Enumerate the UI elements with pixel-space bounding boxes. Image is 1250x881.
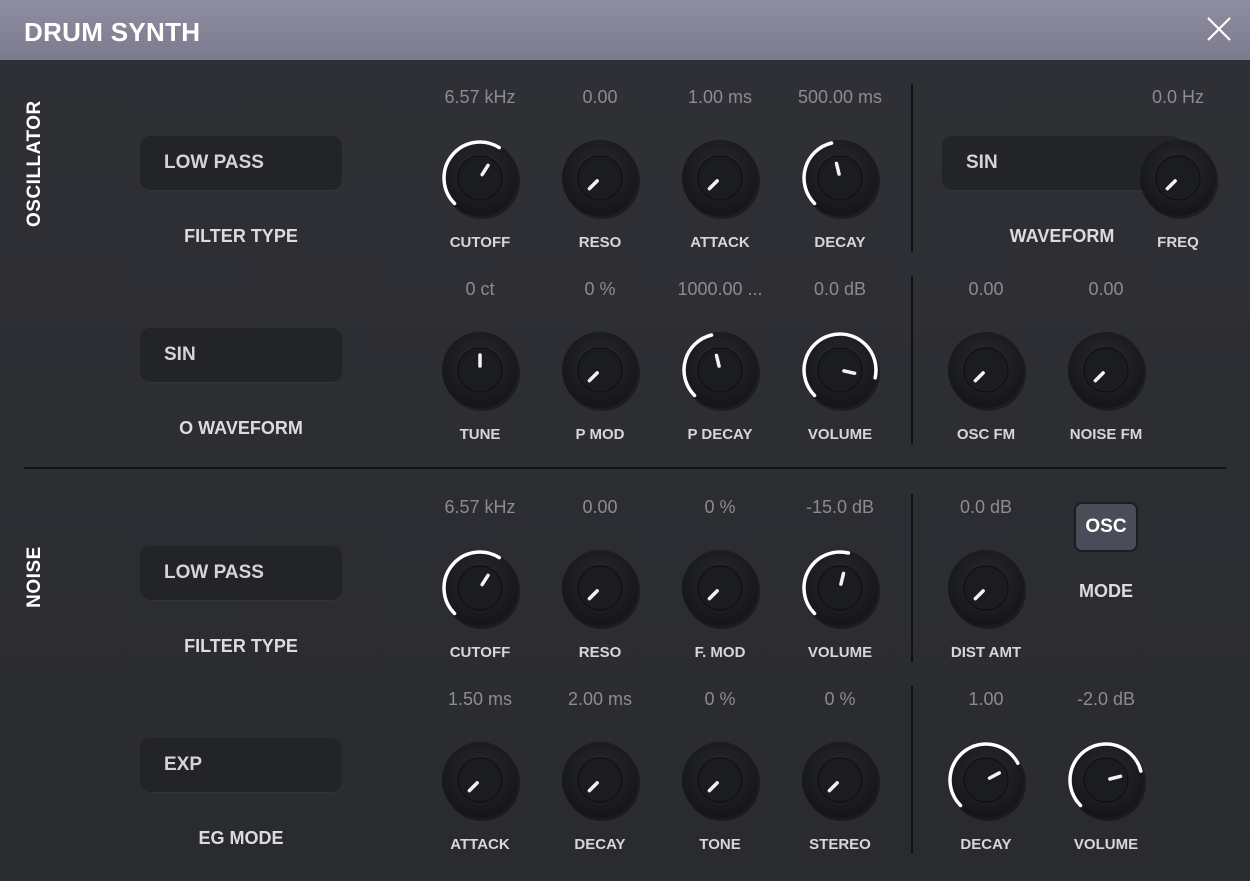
noise-volume-label: VOLUME [807,644,873,661]
noise-stereo-label: STEREO [809,836,871,853]
osc-cutoff-knob[interactable] [430,128,530,228]
filter-type-dropdown[interactable]: LOW PASS [140,136,342,190]
column-divider [911,494,913,662]
noise-reso-label: RESO [578,644,622,661]
osc-decay-value: 500.00 ms [797,87,883,107]
osc-noisefm-value: 0.00 [1088,279,1124,299]
osc-pmod-value: 0 % [584,279,616,299]
osc-reso-knob[interactable] [550,128,650,228]
osc-freq-knob[interactable] [1128,128,1228,228]
osc-decay-label: DECAY [814,234,866,251]
osc-tune-knob[interactable] [430,320,530,420]
osc-reso-label: RESO [578,234,622,251]
osc-pmod-label: P MOD [575,426,625,443]
noise-reso-knob[interactable] [550,538,650,638]
noise-eg-volume-knob[interactable] [1056,730,1156,830]
osc-volume-value: 0.0 dB [813,279,867,299]
osc-oscfm-label: OSC FM [956,426,1016,443]
osc-oscfm-knob[interactable] [936,320,1036,420]
osc-cutoff-label: CUTOFF [449,234,511,251]
osc-attack-knob[interactable] [670,128,770,228]
noise-eg-decay-knob[interactable] [936,730,1036,830]
noise-tone-value: 0 % [704,689,736,709]
osc-tune-label: TUNE [459,426,501,443]
noise-distamt-knob[interactable] [936,538,1036,638]
mode-osc-button[interactable]: OSC [1074,502,1138,552]
noise-distamt-value: 0.0 dB [959,497,1013,517]
osc-volume-knob[interactable] [790,320,890,420]
noise-attack-label: ATTACK [450,836,510,853]
osc-decay-knob[interactable] [790,128,890,228]
section-divider [24,467,1226,469]
noise-filter-type-label: FILTER TYPE [184,636,298,656]
noise-eg-decay-value: 1.00 [968,689,1004,709]
filter-type-label: FILTER TYPE [184,226,298,246]
osc-pmod-knob[interactable] [550,320,650,420]
noise-cutoff-label: CUTOFF [449,644,511,661]
osc-pdecay-value: 1000.00 ... [677,279,763,299]
osc-attack-label: ATTACK [690,234,750,251]
osc-pdecay-label: P DECAY [687,426,753,443]
osc-cutoff-value: 6.57 kHz [444,87,516,107]
noise-stereo-knob[interactable] [790,730,890,830]
noise-eg-decay-label: DECAY [960,836,1012,853]
osc-noisefm-label: NOISE FM [1069,426,1143,443]
osc-volume-label: VOLUME [807,426,873,443]
noise-fmod-label: F. MOD [694,644,746,661]
column-divider [911,686,913,854]
section-label-noise: NOISE [24,546,45,608]
osc-pdecay-knob[interactable] [670,320,770,420]
osc-reso-value: 0.00 [582,87,618,107]
noise-volume-knob[interactable] [790,538,890,638]
window-title: DRUM SYNTH [24,17,201,47]
eg-mode-label: EG MODE [198,828,284,848]
noise-stereo-value: 0 % [824,689,856,709]
osc-freq-value: 0.0 Hz [1151,87,1205,107]
noise-reso-value: 0.00 [582,497,618,517]
noise-filter-type-dropdown[interactable]: LOW PASS [140,546,342,600]
noise-decay-knob[interactable] [550,730,650,830]
noise-cutoff-knob[interactable] [430,538,530,638]
osc-attack-value: 1.00 ms [687,87,753,107]
column-divider [911,276,913,444]
o-waveform-dropdown[interactable]: SIN [140,328,342,382]
osc-tune-value: 0 ct [465,279,495,299]
noise-decay-value: 2.00 ms [567,689,633,709]
osc-oscfm-value: 0.00 [968,279,1004,299]
noise-distamt-label: DIST AMT [950,644,1022,661]
noise-cutoff-value: 6.57 kHz [444,497,516,517]
section-label-oscillator: OSCILLATOR [24,100,45,227]
mode-label: MODE [1079,581,1133,601]
osc-noisefm-knob[interactable] [1056,320,1156,420]
eg-mode-dropdown[interactable]: EXP [140,738,342,792]
osc-freq-label: FREQ [1157,234,1199,251]
noise-decay-label: DECAY [574,836,626,853]
noise-volume-value: -15.0 dB [805,497,875,517]
title-bar: DRUM SYNTH [0,0,1250,60]
noise-tone-label: TONE [699,836,741,853]
noise-attack-value: 1.50 ms [447,689,513,709]
noise-attack-knob[interactable] [430,730,530,830]
noise-eg-volume-value: -2.0 dB [1076,689,1136,709]
noise-eg-volume-label: VOLUME [1073,836,1139,853]
noise-fmod-knob[interactable] [670,538,770,638]
column-divider [911,84,913,252]
o-waveform-label: O WAVEFORM [179,418,303,438]
close-icon[interactable] [1204,14,1234,44]
noise-fmod-value: 0 % [704,497,736,517]
noise-tone-knob[interactable] [670,730,770,830]
